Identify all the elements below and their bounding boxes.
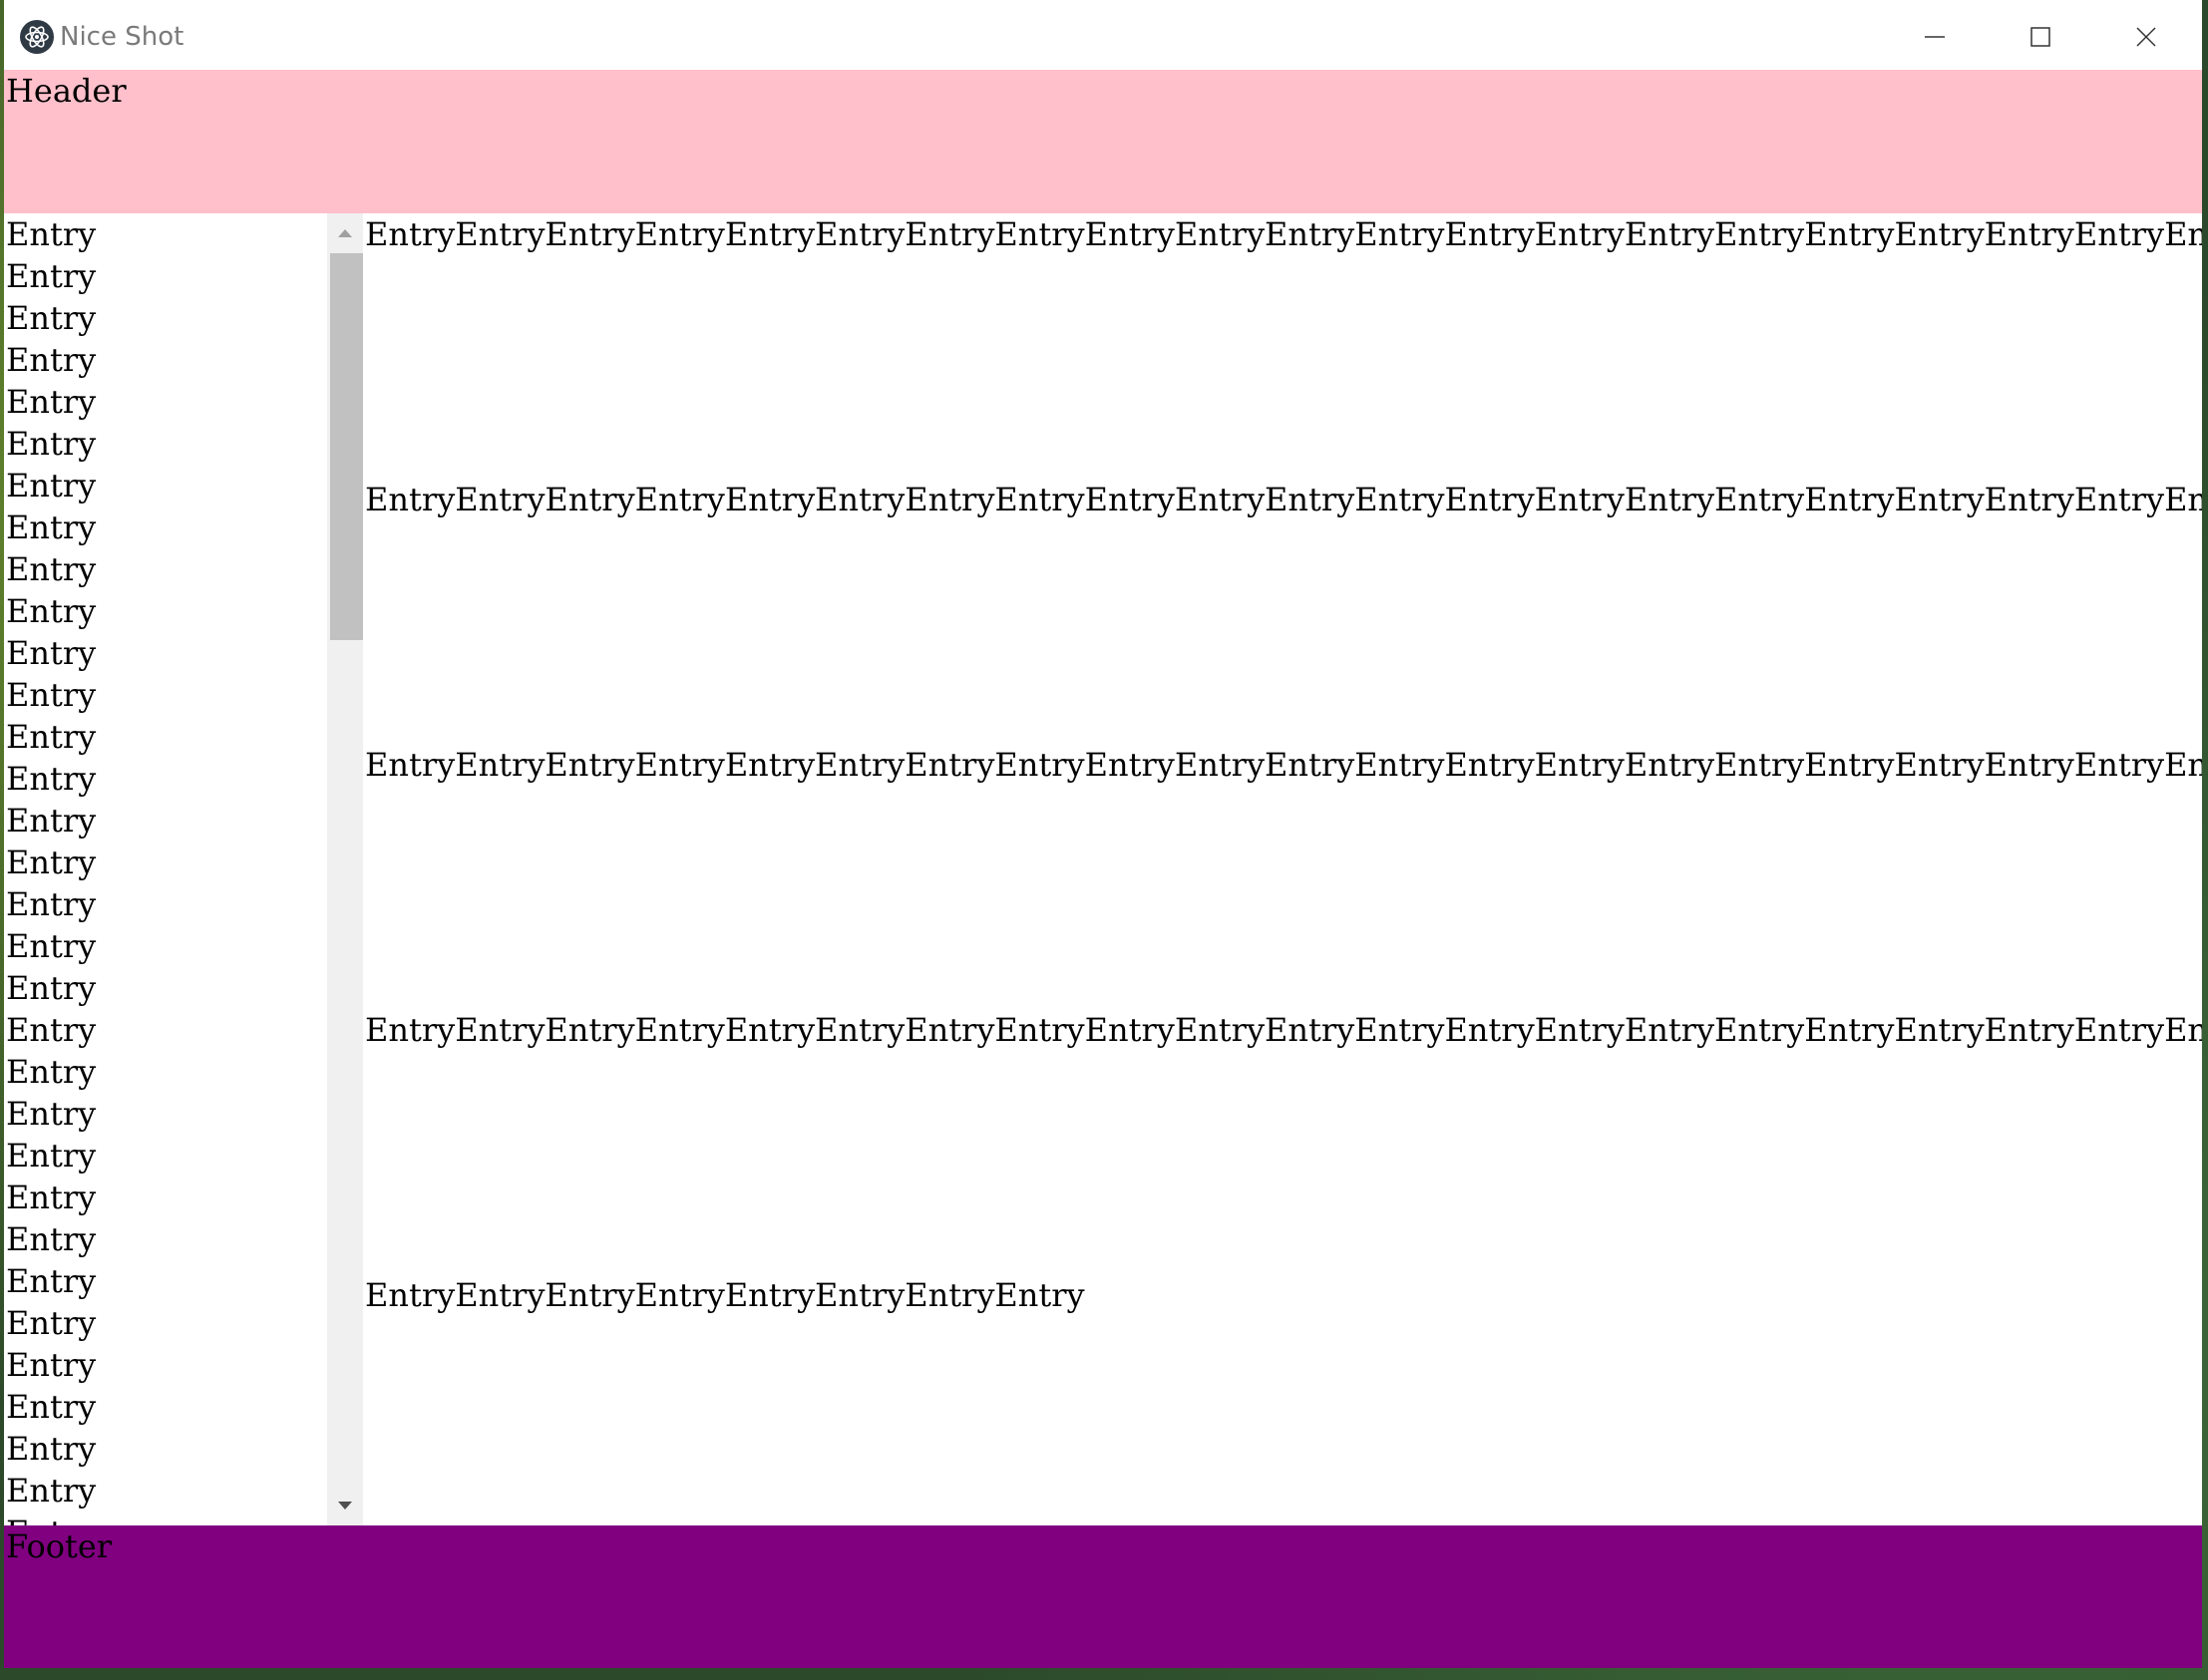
header-label: Header <box>6 72 127 110</box>
sidebar-entry[interactable]: Entry <box>4 1386 327 1428</box>
electron-atom-icon <box>20 20 54 54</box>
sidebar-entry[interactable]: Entry <box>4 841 327 883</box>
sidebar-entry[interactable]: Entry <box>4 716 327 758</box>
sidebar-list[interactable]: Entry Entry Entry Entry Entry Entry Entry Entry… <box>4 213 327 1525</box>
app-window: Nice Shot Header Entry Entry Entry Entry Ent… <box>4 0 2202 1668</box>
footer-label: Footer <box>6 1527 113 1565</box>
sidebar-entry[interactable]: Entry <box>4 1009 327 1051</box>
content-row: EntryEntryEntryEntryEntryEntryEntryEntry <box>365 1276 1085 1314</box>
sidebar-entry[interactable]: Entry <box>4 1512 327 1525</box>
footer: Footer <box>4 1525 2202 1668</box>
scroll-down-button[interactable] <box>327 1490 363 1521</box>
content-row: EntryEntryEntryEntryEntryEntryEntryEntry… <box>365 746 2202 784</box>
sidebar-entry[interactable]: Entry <box>4 1302 327 1344</box>
content-row: EntryEntryEntryEntryEntryEntryEntryEntry… <box>365 215 2202 253</box>
sidebar-entry[interactable]: Entry <box>4 925 327 967</box>
sidebar-entry[interactable]: Entry <box>4 1176 327 1218</box>
sidebar-entry[interactable]: Entry <box>4 255 327 297</box>
sidebar-entry[interactable]: Entry <box>4 297 327 339</box>
content-row: EntryEntryEntryEntryEntryEntryEntryEntry… <box>365 481 2202 518</box>
window-title: Nice Shot <box>60 22 184 52</box>
sidebar-entry[interactable]: Entry <box>4 1135 327 1176</box>
scroll-thumb[interactable] <box>330 253 363 640</box>
content-row: EntryEntryEntryEntryEntryEntryEntryEntry… <box>365 1011 2202 1049</box>
maximize-button[interactable] <box>2011 10 2070 64</box>
sidebar-entry[interactable]: Entry <box>4 1470 327 1512</box>
minimize-button[interactable] <box>1905 10 1965 64</box>
sidebar-entry[interactable]: Entry <box>4 423 327 465</box>
sidebar-entry[interactable]: Entry <box>4 967 327 1009</box>
sidebar-entry[interactable]: Entry <box>4 506 327 548</box>
close-icon <box>2136 27 2156 47</box>
sidebar-entry[interactable]: Entry <box>4 381 327 423</box>
main-content: EntryEntryEntryEntryEntryEntryEntryEntry… <box>363 213 2202 1525</box>
sidebar-entry[interactable]: Entry <box>4 213 327 255</box>
title-bar[interactable]: Nice Shot <box>4 0 2202 70</box>
sidebar-entry[interactable]: Entry <box>4 590 327 632</box>
sidebar-entry[interactable]: Entry <box>4 1218 327 1260</box>
close-button[interactable] <box>2116 10 2176 64</box>
sidebar-entry[interactable]: Entry <box>4 1260 327 1302</box>
sidebar-entry[interactable]: Entry <box>4 800 327 841</box>
sidebar-entry[interactable]: Entry <box>4 1344 327 1386</box>
sidebar-entry[interactable]: Entry <box>4 1428 327 1470</box>
sidebar-entry[interactable]: Entry <box>4 632 327 674</box>
scroll-up-button[interactable] <box>327 217 363 249</box>
sidebar-entry[interactable]: Entry <box>4 339 327 381</box>
scroll-down-arrow-icon <box>338 1502 352 1510</box>
header: Header <box>4 70 2202 213</box>
minimize-icon <box>1925 36 1945 38</box>
sidebar-entry[interactable]: Entry <box>4 758 327 800</box>
sidebar-scrollbar[interactable] <box>327 213 363 1525</box>
scroll-up-arrow-icon <box>338 229 352 237</box>
sidebar-entry[interactable]: Entry <box>4 883 327 925</box>
sidebar-entry[interactable]: Entry <box>4 1093 327 1135</box>
sidebar-entry[interactable]: Entry <box>4 1051 327 1093</box>
sidebar-entry[interactable]: Entry <box>4 674 327 716</box>
maximize-icon <box>2030 27 2050 47</box>
sidebar-entry[interactable]: Entry <box>4 465 327 506</box>
sidebar-entry[interactable]: Entry <box>4 548 327 590</box>
